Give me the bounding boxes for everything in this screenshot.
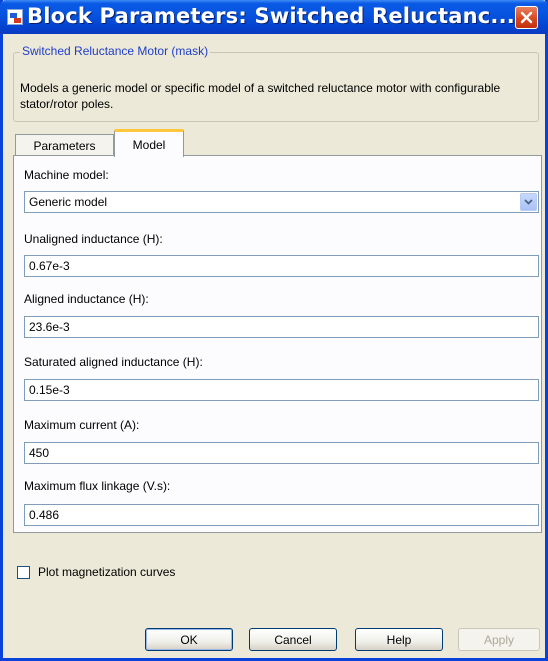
aligned-inductance-input[interactable]: 23.6e-3: [24, 316, 539, 338]
plot-magnetization-option[interactable]: Plot magnetization curves: [17, 565, 175, 579]
model-tab-panel: Machine model: Generic model Unaligned i…: [13, 155, 542, 533]
help-button[interactable]: Help: [355, 628, 443, 651]
simulink-block-icon: [7, 9, 23, 25]
close-button[interactable]: [515, 6, 538, 29]
maximum-current-input[interactable]: 450: [24, 442, 539, 464]
unaligned-inductance-input[interactable]: 0.67e-3: [24, 255, 539, 277]
unaligned-inductance-label: Unaligned inductance (H):: [24, 232, 163, 246]
maximum-current-label: Maximum current (A):: [24, 418, 140, 432]
mask-title: Switched Reluctance Motor (mask): [20, 44, 211, 58]
dropdown-button[interactable]: [520, 193, 537, 211]
machine-model-value: Generic model: [29, 195, 108, 209]
close-icon: [520, 11, 533, 24]
saturated-aligned-inductance-input[interactable]: 0.15e-3: [24, 379, 539, 401]
title-bar[interactable]: Block Parameters: Switched Reluctanc...: [0, 0, 548, 34]
mask-description: Models a generic model or specific model…: [20, 81, 501, 111]
plot-magnetization-label: Plot magnetization curves: [38, 565, 176, 579]
cancel-button[interactable]: Cancel: [249, 628, 337, 651]
tab-model[interactable]: Model: [114, 129, 184, 157]
maximum-flux-linkage-label: Maximum flux linkage (V.s):: [24, 479, 171, 493]
ok-button[interactable]: OK: [145, 628, 233, 651]
machine-model-select[interactable]: Generic model: [24, 191, 539, 213]
saturated-aligned-inductance-label: Saturated aligned inductance (H):: [24, 355, 203, 369]
chevron-down-icon: [524, 199, 533, 205]
aligned-inductance-label: Aligned inductance (H):: [24, 292, 149, 306]
machine-model-label: Machine model:: [24, 168, 109, 182]
plot-magnetization-checkbox[interactable]: [17, 565, 30, 579]
maximum-flux-linkage-input[interactable]: 0.486: [24, 504, 539, 526]
block-parameters-dialog: Block Parameters: Switched Reluctanc... …: [0, 0, 548, 661]
window-title: Block Parameters: Switched Reluctanc...: [27, 4, 515, 28]
tab-parameters[interactable]: Parameters: [15, 134, 114, 156]
mask-description-group: Switched Reluctance Motor (mask) Models …: [13, 44, 539, 122]
apply-button[interactable]: Apply: [458, 628, 540, 651]
